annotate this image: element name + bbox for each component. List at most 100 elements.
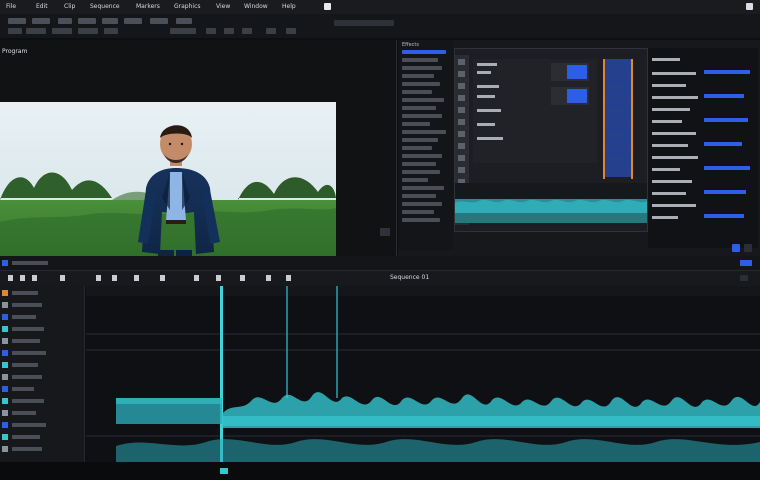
effects-list-item[interactable] xyxy=(402,138,438,142)
effects-list-item[interactable] xyxy=(402,106,436,110)
track-header[interactable] xyxy=(2,336,80,346)
toolbar-chip[interactable] xyxy=(78,18,96,24)
slip-icon[interactable] xyxy=(160,275,165,281)
video-editor-app: File Edit Clip Sequence Markers Graphics… xyxy=(0,0,760,480)
timeline-canvas[interactable] xyxy=(86,286,760,462)
track-label xyxy=(12,387,34,391)
toolbar-chip[interactable] xyxy=(78,28,98,34)
play-icon[interactable] xyxy=(8,275,13,281)
track-color-icon xyxy=(2,398,8,404)
track-header[interactable] xyxy=(2,324,80,334)
timeline-scroll-handle[interactable] xyxy=(220,468,228,474)
close-icon[interactable] xyxy=(746,3,753,10)
effects-list-item[interactable] xyxy=(402,178,428,182)
track-header[interactable] xyxy=(2,444,80,454)
menu-item-sequence[interactable]: Sequence xyxy=(90,3,120,11)
menu-item-file[interactable]: File xyxy=(6,3,16,11)
toolbar-chip[interactable] xyxy=(176,18,192,24)
effects-list-item[interactable] xyxy=(402,186,444,190)
panel-expand-icon[interactable] xyxy=(744,244,752,252)
track-header[interactable] xyxy=(2,396,80,406)
menu-item-edit[interactable]: Edit xyxy=(36,3,48,11)
toolbar-chip[interactable] xyxy=(8,28,22,34)
toolbar-chip[interactable] xyxy=(32,18,50,24)
toolbar-chip[interactable] xyxy=(52,28,72,34)
timeline-settings-icon[interactable] xyxy=(740,275,748,281)
toolbar-chip[interactable] xyxy=(170,28,196,34)
track-color-icon xyxy=(2,302,8,308)
menu-item-clip[interactable]: Clip xyxy=(64,3,75,11)
toolbar-chip[interactable] xyxy=(58,18,72,24)
pen-icon[interactable] xyxy=(194,275,199,281)
toolbar-chip[interactable] xyxy=(150,18,168,24)
timeline-zoom-icon[interactable] xyxy=(740,260,752,266)
toolbar-chip[interactable] xyxy=(266,28,276,34)
toolbar-chip[interactable] xyxy=(224,28,234,34)
track-color-icon xyxy=(2,434,8,440)
effects-list-item[interactable] xyxy=(402,58,438,62)
track-header[interactable] xyxy=(2,408,80,418)
track-header[interactable] xyxy=(2,432,80,442)
track-header[interactable] xyxy=(2,420,80,430)
menu-item-graphics[interactable]: Graphics xyxy=(174,3,201,11)
monitor-settings-icon[interactable] xyxy=(380,228,390,236)
effects-list-item[interactable] xyxy=(402,194,436,198)
effects-list-item[interactable] xyxy=(402,130,446,134)
effects-list-item[interactable] xyxy=(402,146,432,150)
track-label xyxy=(12,375,42,379)
effects-list-item[interactable] xyxy=(402,162,436,166)
menu-item-markers[interactable]: Markers xyxy=(136,3,160,11)
effects-list-item[interactable] xyxy=(402,90,432,94)
effects-list-item[interactable] xyxy=(402,82,440,86)
menu-item-window[interactable]: Window xyxy=(244,3,268,11)
track-select-icon[interactable] xyxy=(134,275,139,281)
selection-tool-icon[interactable] xyxy=(96,275,101,281)
effects-list-item[interactable] xyxy=(402,98,444,102)
effects-list-item[interactable] xyxy=(402,170,440,174)
effects-list-item[interactable] xyxy=(402,218,440,222)
track-header[interactable] xyxy=(2,288,80,298)
razor-icon[interactable] xyxy=(60,275,65,281)
ripple-icon[interactable] xyxy=(112,275,117,281)
toolbar-chip[interactable] xyxy=(8,18,26,24)
hand-icon[interactable] xyxy=(216,275,221,281)
step-icon[interactable] xyxy=(20,275,25,281)
menu-item-help[interactable]: Help xyxy=(282,3,296,11)
stop-icon[interactable] xyxy=(32,275,37,281)
toolbar-chip[interactable] xyxy=(104,28,118,34)
toolbar-search[interactable] xyxy=(334,20,394,26)
effects-list-item[interactable] xyxy=(402,50,446,54)
window-icon[interactable] xyxy=(324,3,331,10)
toolbar-chip[interactable] xyxy=(242,28,252,34)
toolbar-chip[interactable] xyxy=(102,18,118,24)
panel-menu-icon[interactable] xyxy=(732,244,740,252)
toolbar-chip[interactable] xyxy=(26,28,46,34)
sequence-tab[interactable] xyxy=(12,261,48,265)
text-icon[interactable] xyxy=(266,275,271,281)
toolbar-chip[interactable] xyxy=(206,28,216,34)
track-header[interactable] xyxy=(2,348,80,358)
track-color-icon xyxy=(2,362,8,368)
track-header[interactable] xyxy=(2,312,80,322)
effects-list-item[interactable] xyxy=(402,202,442,206)
workspace-icon[interactable] xyxy=(2,260,8,266)
menubar: File Edit Clip Sequence Markers Graphics… xyxy=(0,0,760,14)
track-header[interactable] xyxy=(2,300,80,310)
zoom-icon[interactable] xyxy=(240,275,245,281)
effects-list-item[interactable] xyxy=(402,74,434,78)
track-label xyxy=(12,291,38,295)
effects-list-item[interactable] xyxy=(402,210,434,214)
timeline-toolbar: Sequence 01 xyxy=(0,270,760,287)
toolbar-chip[interactable] xyxy=(286,28,296,34)
marker-icon[interactable] xyxy=(286,275,291,281)
effects-list-item[interactable] xyxy=(402,114,442,118)
effects-list-item[interactable] xyxy=(402,122,430,126)
effects-list-item[interactable] xyxy=(402,66,442,70)
track-header[interactable] xyxy=(2,372,80,382)
menu-item-view[interactable]: View xyxy=(216,3,230,11)
track-header[interactable] xyxy=(2,360,80,370)
panel-title: Effects xyxy=(402,42,419,48)
toolbar-chip[interactable] xyxy=(124,18,142,24)
effects-list-item[interactable] xyxy=(402,154,442,158)
track-header[interactable] xyxy=(2,384,80,394)
